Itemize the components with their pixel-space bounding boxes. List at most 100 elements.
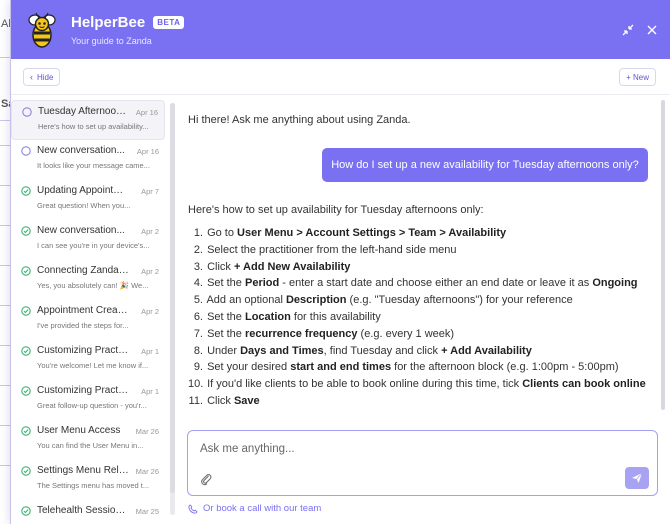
conversation-title: Telehealth Session ... — [37, 505, 129, 516]
step-emphasis: Period — [244, 277, 280, 290]
step-number: 11. — [188, 394, 203, 407]
conversation-date: Apr 7 — [141, 187, 159, 196]
conversation-item[interactable]: Connecting Zanda T... Apr 2 Yes, you absol… — [11, 260, 165, 300]
chat-messages: Hi there! Ask me anything about using Za… — [178, 96, 652, 426]
step-emphasis: recurrence frequency — [244, 327, 358, 340]
conversation-preview: Yes, you absolutely can! 🎉 We... — [37, 281, 149, 290]
book-call-label: Or book a call with our team — [203, 503, 322, 514]
check-circle-icon — [21, 266, 31, 276]
conversation-title: Connecting Zanda T... — [37, 265, 129, 276]
conversation-date: Apr 16 — [135, 108, 158, 117]
chat-scrollbar[interactable] — [661, 100, 665, 410]
widget-header: HelperBee BETA Your guide to Zanda — [11, 0, 670, 59]
check-circle-icon — [21, 426, 31, 436]
conversation-preview: Great follow-up question - you'r... — [37, 401, 147, 410]
assistant-greeting: Hi there! Ask me anything about using Za… — [188, 114, 411, 126]
send-icon — [632, 472, 643, 483]
sidebar-scrollbar-thumb[interactable] — [170, 103, 175, 493]
step-item: 11. Click Save — [188, 393, 646, 410]
conversation-item[interactable]: Customizing Practiti... Apr 1 Great follow… — [11, 380, 165, 420]
conversation-title: Appointment Creati... — [37, 305, 129, 316]
step-item: 6. Set the Location for this availabilit… — [188, 309, 646, 326]
conversation-title: Settings Menu Relo... — [37, 465, 129, 476]
conversation-item[interactable]: Settings Menu Relo... Mar 26 The Settings … — [11, 460, 165, 500]
step-text: Select the practitioner from the left-ha… — [207, 243, 457, 256]
check-circle-icon — [21, 386, 31, 396]
app-subtitle: Your guide to Zanda — [71, 35, 152, 46]
step-text: (e.g. every 1 week) — [357, 327, 455, 340]
message-input[interactable] — [200, 441, 600, 457]
conversation-item[interactable]: Updating Appointm... Apr 7 Great question!… — [11, 180, 165, 220]
conversation-item[interactable]: User Menu Access Mar 26 You can find the U… — [11, 420, 165, 460]
assistant-answer-intro: Here's how to set up availability for Tu… — [188, 204, 484, 216]
conversation-preview: I've provided the steps for... — [37, 321, 129, 330]
step-number: 4. — [193, 277, 203, 290]
step-emphasis: Days and Times — [240, 344, 324, 357]
send-button[interactable] — [625, 467, 649, 489]
step-item: 1. Go to User Menu > Account Settings > … — [188, 225, 646, 242]
conversation-preview: Here's how to set up availability... — [38, 122, 149, 131]
sidebar-scrollbar[interactable] — [170, 103, 175, 515]
check-circle-icon — [21, 506, 31, 516]
conversation-date: Mar 26 — [135, 427, 159, 436]
step-number: 2. — [193, 243, 203, 256]
step-number: 7. — [193, 327, 203, 340]
step-text: Under — [207, 344, 241, 357]
step-item: 3. Click + Add New Availability — [188, 259, 646, 276]
new-label: + New — [626, 72, 649, 82]
conversation-preview: You can find the User Menu in... — [37, 441, 144, 450]
conversation-title: Customizing Practiti... — [37, 385, 129, 396]
step-text: Click — [207, 394, 234, 407]
step-text: If you'd like clients to be able to book… — [207, 378, 523, 391]
conversation-item[interactable]: Telehealth Session ... Mar 25 — [11, 500, 165, 524]
step-text: Set your desired — [207, 361, 291, 374]
conversation-title: New conversation... — [37, 225, 125, 236]
bee-logo-icon — [28, 12, 56, 48]
conversation-date: Mar 25 — [135, 507, 159, 516]
conversation-item[interactable]: New conversation... Apr 2 I can see you're… — [11, 220, 165, 260]
conversation-date: Apr 2 — [141, 267, 159, 276]
step-item: 8. Under Days and Times, find Tuesday an… — [188, 343, 646, 360]
minimize-icon[interactable] — [622, 24, 634, 36]
step-item: 7. Set the recurrence frequency (e.g. ev… — [188, 326, 646, 343]
hide-sidebar-button[interactable]: ‹ Hide — [23, 68, 61, 86]
step-number: 6. — [193, 310, 203, 323]
step-number: 9. — [193, 361, 203, 374]
conversation-item[interactable]: Customizing Practiti... Apr 1 You're welco… — [11, 340, 165, 380]
step-emphasis: Location — [244, 310, 291, 323]
paperclip-icon[interactable] — [200, 472, 212, 486]
step-text: , find Tuesday and click — [323, 344, 442, 357]
conversation-preview: I can see you're in your device's... — [37, 241, 150, 250]
conversation-title: Customizing Practiti... — [37, 345, 129, 356]
step-text: Set the — [207, 327, 245, 340]
new-conversation-button[interactable]: + New — [619, 68, 656, 86]
step-item: 9. Set your desired start and end times … — [188, 359, 646, 376]
beta-badge: BETA — [153, 15, 185, 29]
open-circle-icon — [21, 146, 31, 156]
step-number: 5. — [193, 294, 203, 307]
conversation-date: Apr 16 — [136, 147, 159, 156]
conversation-date: Apr 2 — [141, 227, 159, 236]
step-emphasis: + Add New Availability — [233, 260, 351, 273]
close-icon[interactable] — [646, 24, 658, 36]
toolbar: ‹ Hide + New — [11, 59, 670, 95]
conversation-title: User Menu Access — [37, 425, 121, 436]
brand: HelperBee BETA Your guide to Zanda — [71, 14, 185, 46]
check-circle-icon — [21, 306, 31, 316]
step-number: 1. — [193, 227, 203, 239]
book-call-link[interactable]: Or book a call with our team — [188, 503, 321, 514]
conversation-item[interactable]: Tuesday Afternoon ... Apr 16 Here's how to… — [11, 100, 165, 140]
conversation-title: Tuesday Afternoon ... — [38, 106, 130, 117]
step-emphasis: Description — [285, 294, 347, 307]
step-text: Set the — [207, 310, 245, 323]
check-circle-icon — [21, 226, 31, 236]
step-item: 10. If you'd like clients to be able to … — [188, 376, 646, 393]
chevron-left-icon: ‹ — [30, 72, 33, 82]
step-emphasis: start and end times — [290, 361, 392, 374]
conversation-item[interactable]: Appointment Creati... Apr 2 I've provided … — [11, 300, 165, 340]
check-circle-icon — [21, 346, 31, 356]
step-emphasis: Save — [233, 394, 260, 407]
step-number: 10. — [188, 378, 204, 391]
step-text: for this availability — [290, 310, 381, 323]
conversation-item[interactable]: New conversation... Apr 16 It looks like y… — [11, 140, 165, 180]
